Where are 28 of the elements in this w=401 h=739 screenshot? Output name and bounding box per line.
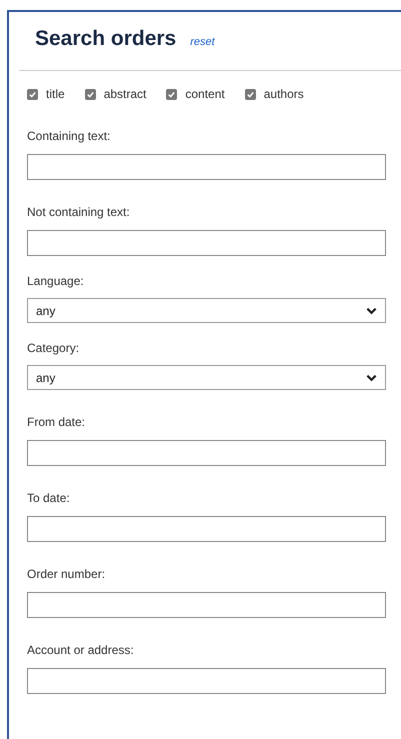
- input-field[interactable]: [27, 668, 386, 694]
- input-field[interactable]: [27, 516, 386, 542]
- field-label: From date:: [27, 415, 86, 429]
- input-field[interactable]: [27, 440, 386, 466]
- field-label: Category:: [27, 341, 80, 355]
- checkbox-label: authors: [264, 87, 304, 101]
- chevron-down-icon: [366, 306, 377, 314]
- field-label: Account or address:: [27, 643, 135, 657]
- checkbox-label: abstract: [104, 87, 146, 101]
- dropdown[interactable]: any: [27, 298, 386, 323]
- input-field[interactable]: [27, 592, 386, 618]
- field-label: To date:: [27, 491, 71, 505]
- input-field[interactable]: [27, 230, 386, 256]
- checkbox-label: title: [46, 87, 65, 101]
- panel-title: Search orders: [35, 27, 176, 51]
- checkbox[interactable]: [244, 88, 256, 100]
- input-field[interactable]: [27, 154, 386, 180]
- checkbox[interactable]: [27, 88, 38, 100]
- field-label: Not containing text:: [27, 205, 131, 219]
- checkbox[interactable]: [166, 88, 178, 100]
- dropdown[interactable]: any: [27, 365, 386, 390]
- field-label: Language:: [27, 274, 85, 288]
- chevron-down-icon: [366, 374, 377, 382]
- field-label: Containing text:: [27, 129, 112, 143]
- field-label: Order number:: [27, 567, 106, 581]
- checkbox[interactable]: [84, 88, 96, 100]
- checkbox-label: content: [185, 87, 225, 101]
- reset-link[interactable]: reset: [190, 36, 215, 48]
